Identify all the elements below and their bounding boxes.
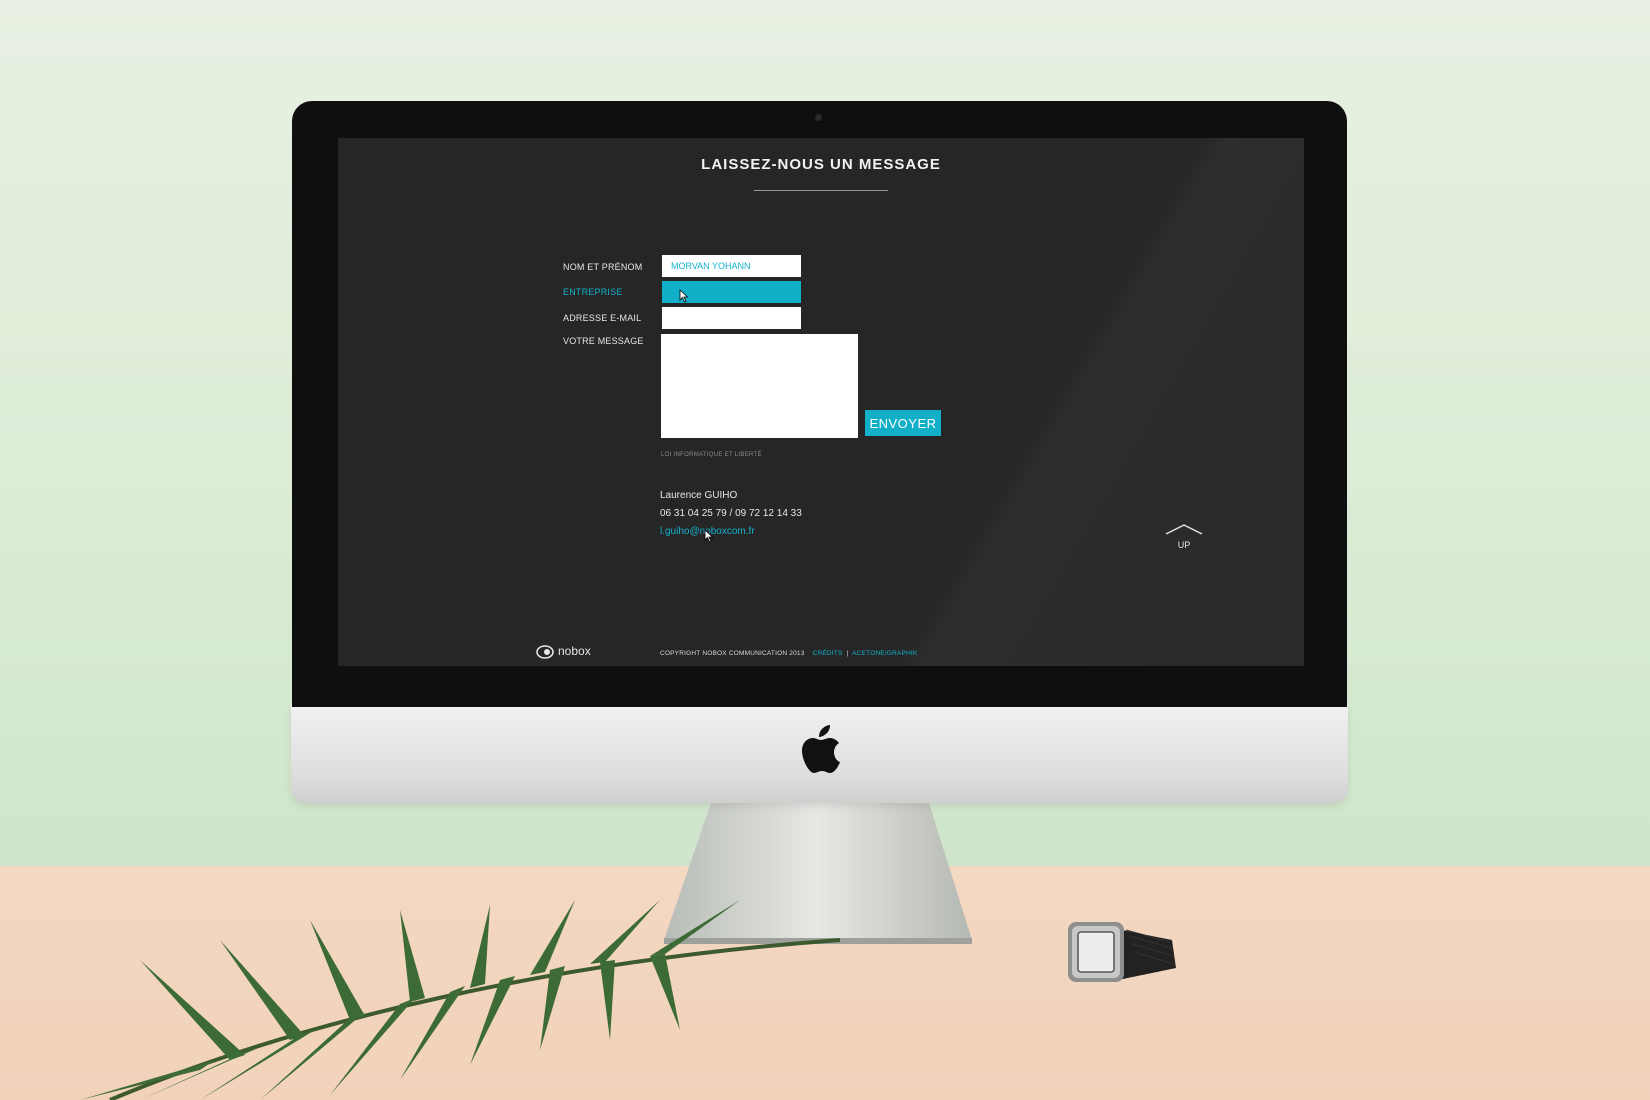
palm-leaf	[80, 900, 841, 1100]
mouse-cursor-icon	[704, 529, 714, 543]
footer-copyright-row: COPYRIGHT NOBOX COMMUNICATION 2013 CRÉDI…	[660, 650, 918, 657]
mouse-cursor-icon	[679, 289, 689, 303]
apple-logo-icon	[802, 725, 840, 773]
credits-author-link[interactable]: ACETONE/GRAPHIK	[852, 650, 917, 657]
chevron-up-icon	[1165, 524, 1203, 535]
webcam	[815, 114, 822, 121]
message-textarea[interactable]	[661, 334, 858, 438]
contact-phone: 06 31 04 25 79 / 09 72 12 14 33	[660, 508, 802, 519]
email-label: ADRESSE E-MAIL	[563, 313, 642, 323]
credits-link[interactable]: CRÉDITS	[813, 650, 843, 657]
page-title: LAISSEZ-NOUS UN MESSAGE	[701, 156, 941, 173]
wrist-watch	[1068, 922, 1176, 982]
copyright-text: COPYRIGHT NOBOX COMMUNICATION 2013	[660, 650, 805, 657]
name-input[interactable]: MORVAN YOHANN	[662, 255, 801, 277]
legal-notice-link[interactable]: LOI INFORMATIQUE ET LIBERTÉ	[661, 452, 762, 458]
company-label: ENTREPRISE	[563, 287, 623, 297]
title-divider	[754, 190, 888, 191]
contact-name: Laurence GUIHO	[660, 490, 738, 501]
logo-text: nobox	[558, 644, 591, 658]
website-screen: LAISSEZ-NOUS UN MESSAGE NOM ET PRÉNOM EN…	[338, 138, 1304, 666]
nobox-logo-icon	[536, 645, 554, 659]
email-input[interactable]	[662, 307, 801, 329]
scroll-up-button[interactable]: UP	[1164, 523, 1204, 555]
message-label: VOTRE MESSAGE	[563, 336, 644, 346]
send-button[interactable]: ENVOYER	[865, 410, 941, 436]
scroll-up-label: UP	[1177, 540, 1191, 550]
name-label: NOM ET PRÉNOM	[563, 262, 643, 272]
